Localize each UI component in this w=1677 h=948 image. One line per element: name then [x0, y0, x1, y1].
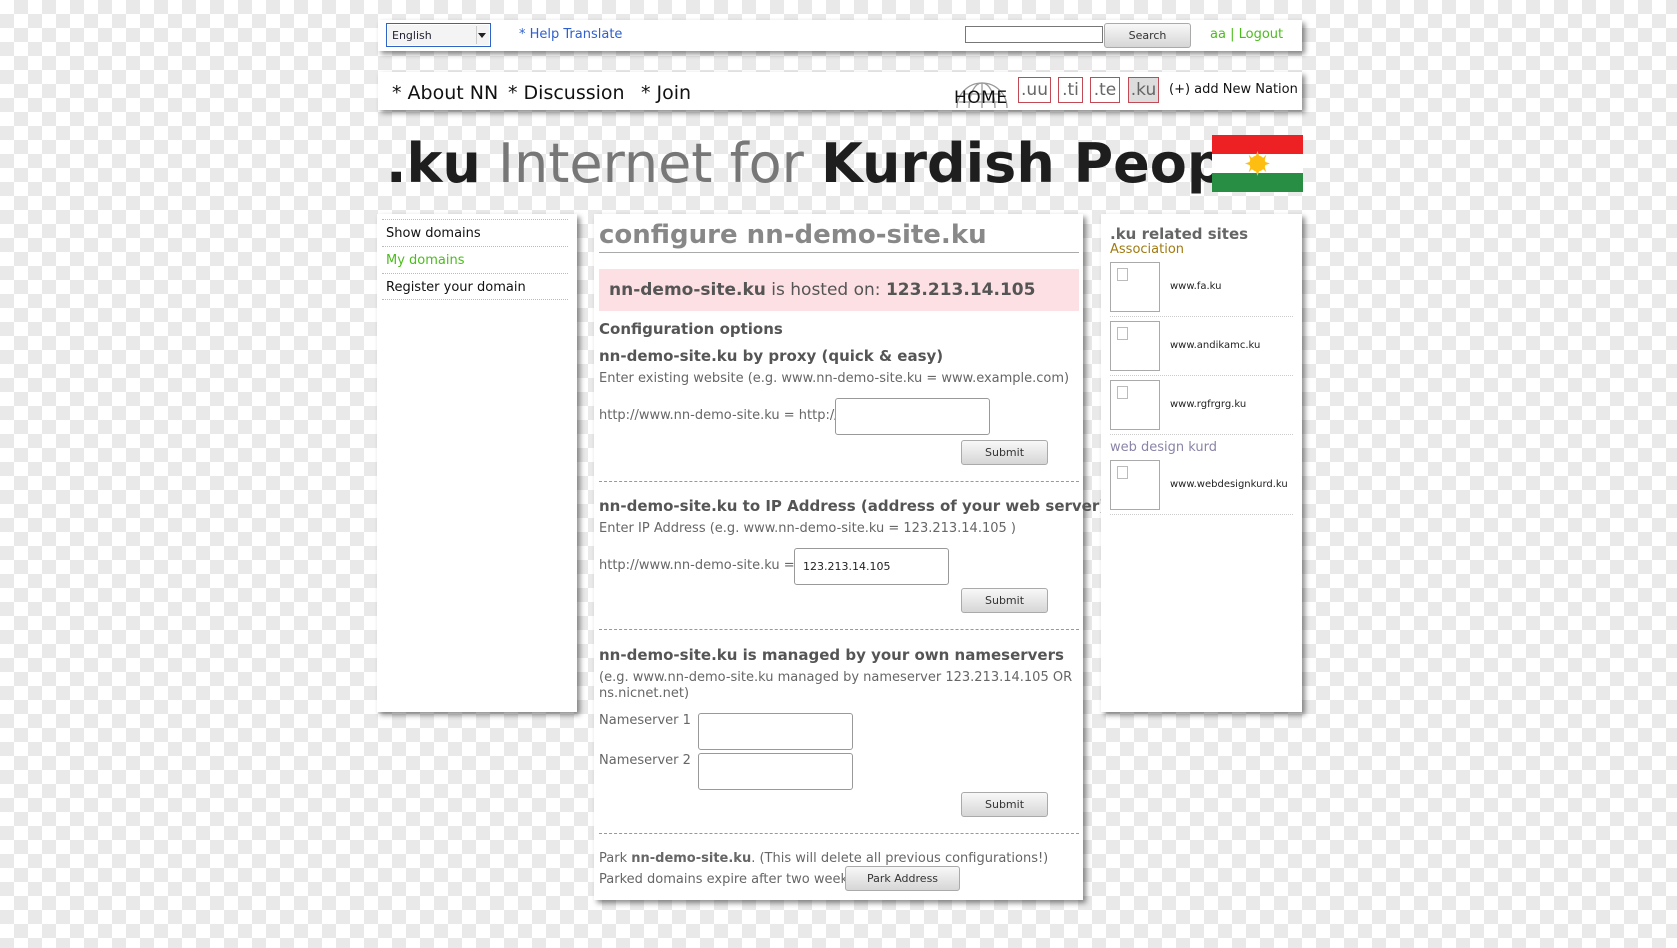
hosted-notice: nn-demo-site.ku is hosted on: 123.213.14…	[599, 269, 1079, 311]
nameserver1-input[interactable]	[698, 713, 853, 750]
related-site-item[interactable]: www.webdesignkurd.ku	[1110, 457, 1293, 515]
main-content: configure nn-demo-site.ku nn-demo-site.k…	[594, 214, 1106, 900]
nameservers-hint-line2: ns.nicnet.net)	[599, 686, 690, 701]
search-input[interactable]	[965, 26, 1103, 43]
park-domain: nn-demo-site.ku	[631, 851, 752, 866]
user-links: aa | Logout	[1210, 27, 1283, 42]
divider	[599, 833, 1079, 834]
nav-about[interactable]: * About NN	[392, 82, 498, 104]
page-headline: .ku Internet for Kurdish People	[386, 132, 1281, 195]
proxy-heading: nn-demo-site.ku by proxy (quick & easy)	[599, 347, 944, 365]
park-expire-text: Parked domains expire after two weeks.	[599, 872, 859, 887]
language-select[interactable]: English	[386, 23, 491, 47]
chevron-down-icon	[478, 33, 486, 38]
config-options-heading: Configuration options	[599, 320, 783, 338]
kurdistan-flag-icon	[1212, 135, 1303, 192]
headline-tld: .ku	[386, 132, 481, 195]
site-link[interactable]: www.fa.ku	[1170, 281, 1221, 292]
hosted-ip: 123.213.14.105	[885, 280, 1036, 300]
nameservers-hint-line1: (e.g. www.nn-demo-site.ku managed by nam…	[599, 670, 1073, 685]
language-select-value: English	[392, 29, 432, 42]
nameservers-submit-button[interactable]: Submit	[961, 792, 1048, 817]
nameserver1-label: Nameserver 1	[599, 713, 691, 728]
ip-hint: Enter IP Address (e.g. www.nn-demo-site.…	[599, 521, 1016, 536]
add-nation-link[interactable]: (+) add New Nation	[1169, 82, 1298, 97]
menu-show-domains[interactable]: Show domains	[382, 219, 568, 245]
related-site-item[interactable]: www.rgfrgrg.ku	[1110, 377, 1293, 435]
nameserver2-label: Nameserver 2	[599, 753, 691, 768]
help-translate-link[interactable]: * Help Translate	[519, 27, 622, 42]
park-address-button[interactable]: Park Address	[845, 866, 960, 891]
broken-image-icon	[1117, 386, 1128, 399]
proxy-hint: Enter existing website (e.g. www.nn-demo…	[599, 371, 1070, 386]
separator: |	[1230, 27, 1235, 42]
nameservers-heading: nn-demo-site.ku is managed by your own n…	[599, 646, 1064, 664]
site-link[interactable]: www.webdesignkurd.ku	[1170, 479, 1288, 490]
category-web-design-kurd: web design kurd	[1110, 440, 1218, 455]
park-text: Park nn-demo-site.ku. (This will delete …	[599, 851, 1049, 866]
top-bar: English * Help Translate Search aa | Log…	[378, 20, 1302, 51]
home-link[interactable]: HOME	[954, 88, 1008, 108]
site-link[interactable]: www.rgfrgrg.ku	[1170, 399, 1246, 410]
divider	[599, 481, 1079, 482]
site-thumbnail	[1110, 262, 1160, 312]
nav-join[interactable]: * Join	[641, 82, 691, 104]
related-sites-title: .ku related sites	[1110, 225, 1249, 243]
divider	[599, 629, 1079, 630]
nav-discussion[interactable]: * Discussion	[508, 82, 625, 104]
nav-bar: * About NN * Discussion * Join HOME .uu …	[378, 72, 1302, 110]
user-link[interactable]: aa	[1210, 27, 1226, 42]
site-link[interactable]: www.andikamc.ku	[1170, 340, 1260, 351]
hosted-text: is hosted on:	[765, 280, 886, 300]
tld-ti[interactable]: .ti	[1058, 77, 1083, 103]
proxy-submit-button[interactable]: Submit	[961, 440, 1048, 465]
tld-te[interactable]: .te	[1090, 77, 1120, 103]
menu-my-domains[interactable]: My domains	[382, 246, 568, 272]
site-thumbnail	[1110, 321, 1160, 371]
related-site-item[interactable]: www.andikamc.ku	[1110, 318, 1293, 376]
search-button[interactable]: Search	[1104, 23, 1191, 48]
headline-middle: Internet for	[480, 132, 822, 195]
ip-submit-button[interactable]: Submit	[961, 588, 1048, 613]
ip-address-input[interactable]: 123.213.14.105	[794, 548, 949, 585]
broken-image-icon	[1117, 268, 1128, 281]
nameserver2-input[interactable]	[698, 753, 853, 790]
logout-link[interactable]: Logout	[1239, 27, 1284, 42]
hosted-domain: nn-demo-site.ku	[609, 280, 766, 300]
tld-ku[interactable]: .ku	[1128, 77, 1159, 103]
category-association: Association	[1110, 242, 1185, 257]
menu-register-domain[interactable]: Register your domain	[382, 273, 568, 300]
site-thumbnail	[1110, 460, 1160, 510]
ip-label: http://www.nn-demo-site.ku =	[599, 558, 795, 573]
proxy-label: http://www.nn-demo-site.ku = http://	[599, 408, 839, 423]
ip-heading: nn-demo-site.ku to IP Address (address o…	[599, 497, 1107, 515]
tld-uu[interactable]: .uu	[1018, 77, 1051, 103]
related-site-item[interactable]: www.fa.ku	[1110, 259, 1293, 317]
broken-image-icon	[1117, 327, 1128, 340]
right-sidebar: .ku related sites Association www.fa.ku …	[1101, 214, 1302, 712]
page-title: configure nn-demo-site.ku	[599, 220, 1079, 253]
proxy-url-input[interactable]	[835, 398, 990, 435]
site-thumbnail	[1110, 380, 1160, 430]
broken-image-icon	[1117, 466, 1128, 479]
left-sidebar: Show domains My domains Register your do…	[377, 214, 577, 712]
